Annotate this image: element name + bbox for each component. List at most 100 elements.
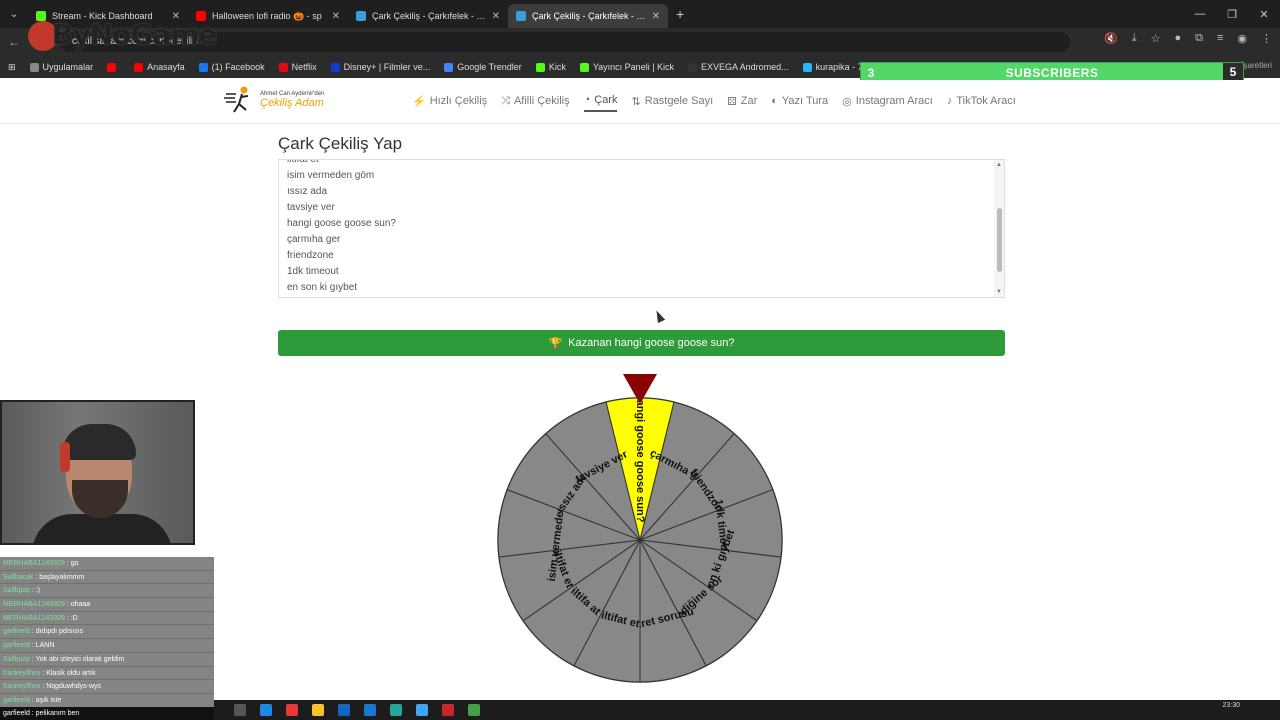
entry-line: 1dk timeout: [287, 266, 339, 277]
nav-label: Çark: [594, 94, 618, 106]
entry-line: tavsiye ver: [287, 202, 335, 213]
entry-line: friendzone: [287, 250, 334, 261]
site-logo[interactable]: Ahmet Can Aydemir'den Çekiliş Adam: [224, 84, 324, 116]
tab-close-icon[interactable]: ✕: [652, 11, 660, 22]
bookmark-favicon-icon: [107, 62, 117, 72]
profile-icon[interactable]: ◉: [1237, 32, 1247, 45]
browser-tab[interactable]: Çark Çekiliş - Çarkıfelek - Hızlı Ç ✕: [508, 4, 668, 28]
bookmark-label: Disney+ | Filmler ve...: [343, 62, 431, 72]
nav-link[interactable]: ◔ Çark: [583, 94, 618, 112]
close-window-icon[interactable]: ✕: [1248, 0, 1280, 28]
nav-link[interactable]: ♪ TikTok Aracı: [947, 94, 1016, 112]
chat-username: Sallbgzp: [3, 587, 30, 595]
chat-username: MERHABA1243929: [3, 560, 65, 567]
nav-label: Zar: [740, 95, 758, 107]
minimize-icon[interactable]: —: [1184, 0, 1216, 28]
taskbar-icon[interactable]: [390, 704, 402, 716]
nav-icon: ⚡: [412, 95, 426, 108]
nav-link[interactable]: ⚄ Zar: [727, 94, 757, 112]
bookmark-favicon-icon: [330, 62, 340, 72]
nav-icon: ♪: [946, 95, 953, 107]
scroll-up-icon[interactable]: ▲: [996, 162, 1002, 168]
nav-link[interactable]: ◐ Yazı Tura: [771, 94, 828, 112]
taskbar-icon[interactable]: [338, 704, 350, 716]
chat-text: : Klasik oldu artık: [42, 669, 96, 677]
nav-icon: ⇅: [631, 95, 641, 108]
browser-tab[interactable]: Çark Çekiliş - Çarkıfelek - Hızlı Ç ✕: [348, 4, 508, 28]
chat-username: Sallbacak: [3, 573, 34, 581]
taskbar-icon[interactable]: [260, 704, 272, 716]
bookmark-item[interactable]: [107, 62, 120, 72]
chat-text: : LANN: [31, 642, 55, 650]
chat-username: frankeyllhex: [3, 683, 41, 691]
nav-link[interactable]: ⚡ Hızlı Çekiliş: [412, 94, 487, 112]
taskbar-icon[interactable]: [312, 704, 324, 716]
entry-line: isim vermeden göm: [287, 170, 375, 181]
back-icon[interactable]: ←: [0, 35, 28, 49]
tab-favicon-icon: [356, 11, 366, 21]
nav-label: Afilli Çekiliş: [513, 95, 570, 107]
bookmark-favicon-icon: [29, 62, 39, 72]
mouse-cursor-icon: [652, 308, 666, 324]
bookmark-item[interactable]: Netflix: [278, 62, 317, 72]
winner-banner[interactable]: 🏆 Kazanan hangi goose goose sun?: [278, 330, 1005, 356]
bookmark-item[interactable]: Kick: [535, 62, 566, 72]
entry-line: ıssız ada: [287, 186, 328, 197]
taskbar-icon[interactable]: [442, 704, 454, 716]
chat-username: MERHABA1243929: [3, 614, 65, 622]
wheel-segment-label: hangi goose goose sun?: [634, 393, 646, 523]
page-title: Çark Çekiliş Yap: [278, 134, 403, 153]
scrollbar-thumb[interactable]: [997, 208, 1002, 272]
star-icon[interactable]: ☆: [1151, 32, 1161, 45]
chat-username: MERHABA1243929: [3, 601, 65, 609]
entry-line: çarmıha ger: [287, 234, 341, 245]
bookmark-item[interactable]: Yayıncı Paneli | Kick: [579, 62, 674, 72]
chat-username: Sallbuzp: [3, 655, 30, 663]
scroll-down-icon[interactable]: ▼: [996, 289, 1002, 295]
chat-message: MERHABA1243929 : ohaaa: [0, 598, 214, 612]
taskbar-icon[interactable]: [364, 704, 376, 716]
bookmark-favicon-icon: [535, 62, 545, 72]
taskbar-icon[interactable]: [468, 704, 480, 716]
nav-link[interactable]: ⇅ Rastgele Sayı: [631, 94, 713, 112]
site-navbar: Ahmet Can Aydemir'den Çekiliş Adam ⚡ Hızl…: [0, 80, 1280, 124]
tab-title: Halloween lofi radio 🎃 - sp: [212, 10, 322, 21]
bookmark-item[interactable]: Uygulamalar: [29, 62, 93, 72]
chat-text: : :D: [66, 614, 78, 622]
restore-icon[interactable]: ❐: [1216, 0, 1248, 28]
prize-wheel[interactable]: hangi goose goose sun? çarmıha gerfriendz…: [497, 374, 787, 686]
bookmark-item[interactable]: Google Trendler: [444, 62, 522, 72]
entry-line: hangi goose goose sun?: [287, 218, 396, 229]
bookmark-item[interactable]: Anasayfa: [134, 62, 185, 72]
more-icon[interactable]: ⋮: [1261, 32, 1272, 45]
nav-label: Rastgele Sayı: [644, 95, 714, 107]
bookmark-item[interactable]: (1) Facebook: [198, 62, 265, 72]
bookmark-item[interactable]: Disney+ | Filmler ve...: [330, 62, 431, 72]
taskbar-icon[interactable]: [234, 704, 246, 716]
install-icon[interactable]: ⤓: [1132, 32, 1137, 45]
chat-text: : Nqgduwhdys-wys: [42, 683, 102, 691]
tab-favicon-icon: [516, 11, 526, 21]
entries-textarea[interactable]: iltifat et isim vermeden göm ıssız ada tavs…: [278, 159, 1005, 298]
chat-message: garfieeld : dıdıpdı pdısısıs: [0, 625, 214, 640]
taskbar-icon[interactable]: [286, 704, 298, 716]
taskbar-icon[interactable]: [416, 704, 428, 716]
chat-username: frankeyllhex: [3, 669, 41, 677]
nav-link[interactable]: ⤨ Afilli Çekiliş: [501, 94, 569, 112]
chat-overlay: MERHABA1243929 : go Sallbacak : başlayalı…: [0, 557, 214, 708]
apps-grid-icon[interactable]: ⊞: [8, 62, 16, 73]
bookmark-item[interactable]: EXVEGA Andromed...: [688, 62, 789, 72]
tab-close-icon[interactable]: ✕: [492, 11, 500, 22]
new-tab-button[interactable]: +: [668, 6, 692, 22]
menu-list-icon[interactable]: ≡: [1217, 32, 1223, 45]
mute-icon[interactable]: 🔇: [1104, 32, 1118, 45]
bookmark-list: Uygulamalar Anasayfa (1) Facebook Netflix Di…: [29, 62, 912, 72]
nav-link[interactable]: ◎ Instagram Aracı: [842, 94, 933, 112]
tab-close-icon[interactable]: ✕: [332, 11, 340, 22]
subs-current: 3: [867, 65, 875, 80]
puzzle-icon[interactable]: ⧉: [1195, 32, 1203, 45]
tab-search-icon[interactable]: ⌄: [0, 0, 28, 28]
extension-icon[interactable]: ●: [1174, 32, 1181, 45]
streamer-body: [32, 514, 172, 543]
chat-message: Sallbacak : başlayalımmm: [0, 571, 214, 585]
